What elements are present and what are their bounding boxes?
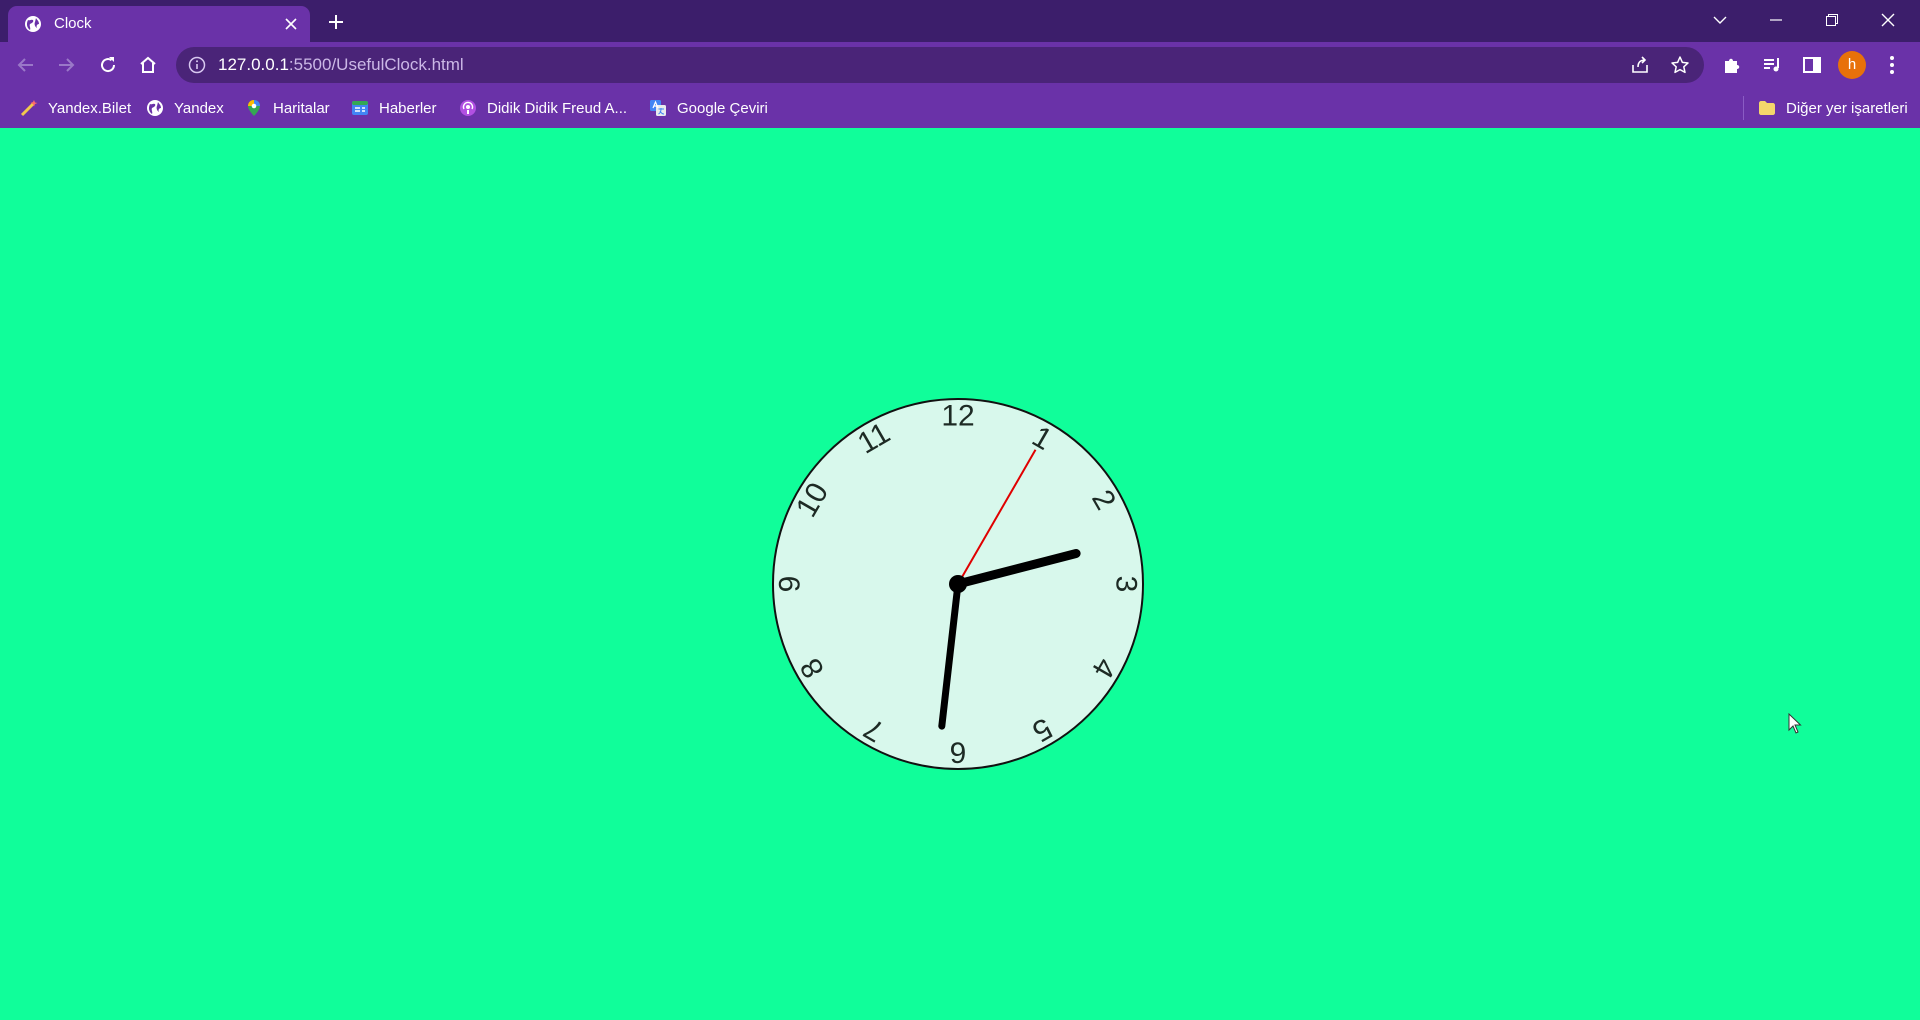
arrow-right-icon: [59, 58, 75, 72]
bookmark-label: Didik Didik Freud A...: [487, 99, 628, 117]
clock-numeral-9: 9: [774, 576, 807, 593]
maps-pin-icon: [248, 100, 260, 116]
minimize-icon: [1770, 19, 1782, 21]
restore-button[interactable]: [1804, 0, 1860, 40]
bookmark-label: Diğer yer işaretleri: [1786, 99, 1908, 117]
media-control-button[interactable]: [1756, 49, 1788, 81]
reload-button[interactable]: [92, 49, 124, 81]
side-panel-button[interactable]: [1796, 49, 1828, 81]
page-content: 12 1 2 3 4 5 6 7 8 9 10 11: [0, 128, 1920, 1020]
star-icon: [1671, 56, 1689, 74]
tab-title: Clock: [54, 15, 92, 32]
extensions-button[interactable]: [1716, 49, 1748, 81]
url-host: 127.0.0.1: [218, 55, 289, 74]
bookmark-yandex[interactable]: Yandex: [146, 96, 224, 120]
url-path: :5500/UsefulClock.html: [288, 55, 464, 74]
home-button[interactable]: [132, 49, 164, 81]
share-button[interactable]: [1628, 53, 1652, 77]
new-tab-button[interactable]: [322, 10, 350, 34]
playlist-icon: [1764, 58, 1779, 72]
side-panel-icon: [1803, 57, 1821, 73]
close-tab-button[interactable]: [280, 13, 302, 35]
tab-search-button[interactable]: [1692, 0, 1748, 40]
bookmark-label: Haritalar: [273, 99, 330, 117]
chevron-down-icon: [1713, 16, 1727, 24]
profile-avatar[interactable]: h: [1838, 51, 1866, 79]
bookmark-label: Haberler: [379, 99, 437, 117]
podcast-icon: [460, 100, 476, 116]
puzzle-icon: [1725, 58, 1740, 73]
globe-icon: [25, 16, 41, 32]
mouse-cursor-icon: [1788, 713, 1802, 734]
tab-clock[interactable]: Clock: [8, 6, 310, 42]
bookmark-google-ceviri[interactable]: Google Çeviri: [649, 96, 768, 120]
address-bar[interactable]: 127.0.0.1:5500/UsefulClock.html: [176, 47, 1704, 83]
bookmark-label: Yandex.Bilet: [48, 99, 132, 117]
tab-strip: Clock: [0, 0, 1920, 42]
clock-numeral-12: 12: [941, 400, 974, 433]
news-icon: [352, 101, 368, 115]
toolbar: 127.0.0.1:5500/UsefulClock.html h: [0, 42, 1920, 88]
other-bookmarks-folder[interactable]: Diğer yer işaretleri: [1758, 96, 1908, 120]
info-icon[interactable]: [188, 56, 206, 74]
bookmark-label: Yandex: [174, 99, 224, 117]
arrow-left-icon: [17, 58, 33, 72]
close-icon: [1881, 13, 1895, 27]
globe-icon: [147, 100, 163, 116]
folder-icon: [1759, 101, 1775, 115]
reload-icon: [101, 57, 116, 73]
close-window-button[interactable]: [1860, 0, 1916, 40]
bookmark-yandex-bilet[interactable]: Yandex.Bilet: [20, 96, 131, 120]
browser-chrome: Clock 127.0.0.1:5500/UsefulClock.html h …: [0, 0, 1920, 128]
bookmark-label: Google Çeviri: [677, 99, 768, 117]
bookmark-didik-didik[interactable]: Didik Didik Freud A...: [459, 96, 627, 120]
analog-clock: 121234567891011: [772, 398, 1144, 770]
url-text[interactable]: 127.0.0.1:5500/UsefulClock.html: [218, 56, 464, 74]
restore-icon: [1826, 14, 1838, 26]
bookmark-haritalar[interactable]: Haritalar: [245, 96, 330, 120]
more-vertical-icon: [1890, 56, 1894, 74]
wand-icon: [20, 100, 38, 117]
close-icon: [285, 18, 297, 30]
clock-center-cap: [949, 575, 967, 593]
plus-icon: [329, 15, 343, 29]
bookmark-star-button[interactable]: [1668, 53, 1692, 77]
clock-numeral-6: 6: [950, 736, 967, 769]
share-icon: [1632, 56, 1648, 73]
clock-numeral-3: 3: [1110, 576, 1143, 593]
minimize-button[interactable]: [1748, 0, 1804, 40]
bookmarks-bar: Yandex.Bilet Yandex Haritalar Haberler D…: [0, 88, 1920, 128]
translate-icon: [650, 100, 666, 116]
forward-button[interactable]: [50, 49, 82, 81]
back-button[interactable]: [10, 49, 42, 81]
bookmark-haberler[interactable]: Haberler: [351, 96, 437, 120]
menu-button[interactable]: [1876, 49, 1908, 81]
bookmarks-separator: [1743, 96, 1744, 120]
home-icon: [140, 56, 156, 73]
